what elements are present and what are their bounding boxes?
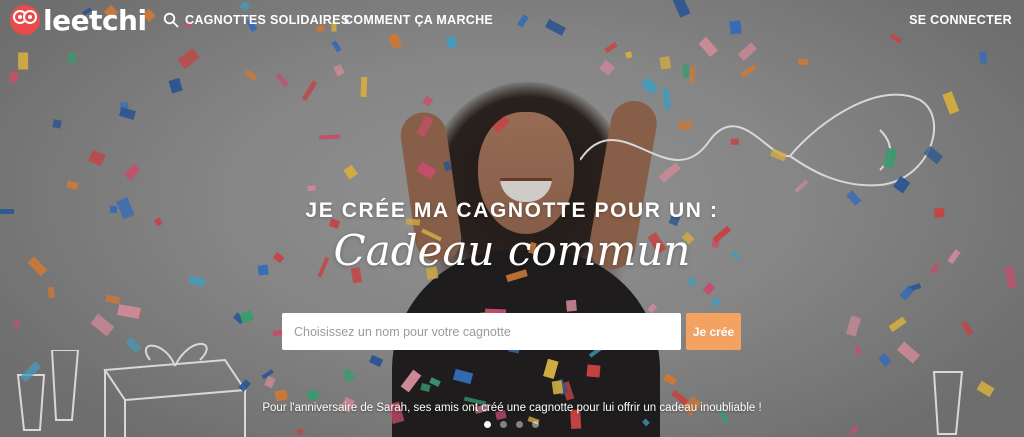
create-cagnotte-button[interactable]: Je crée — [686, 313, 741, 350]
hero-headline: JE CRÉE MA CAGNOTTE POUR UN : — [305, 199, 719, 222]
logo-text: leetchi — [43, 3, 147, 37]
hero-occasion: Cadeau commun — [333, 226, 691, 275]
logo-mark-icon — [10, 5, 40, 35]
nav-link-comment-ca-marche[interactable]: COMMENT ÇA MARCHE — [344, 13, 493, 27]
carousel-dot[interactable] — [484, 421, 491, 428]
search-icon[interactable] — [163, 12, 179, 28]
carousel-dot[interactable] — [500, 421, 507, 428]
hero-caption: Pour l'anniversaire de Sarah, ses amis o… — [262, 402, 762, 414]
nav-link-cagnottes-solidaires[interactable]: CAGNOTTES SOLIDAIRES — [185, 13, 349, 27]
leetchi-logo[interactable]: leetchi — [10, 3, 147, 37]
login-link[interactable]: SE CONNECTER — [909, 13, 1012, 27]
top-navigation: leetchi CAGNOTTES SOLIDAIRES COMMENT ÇA … — [0, 0, 1024, 42]
carousel-dots — [484, 421, 539, 428]
carousel-dot[interactable] — [516, 421, 523, 428]
cagnotte-name-input[interactable] — [282, 313, 681, 350]
carousel-dot[interactable] — [532, 421, 539, 428]
